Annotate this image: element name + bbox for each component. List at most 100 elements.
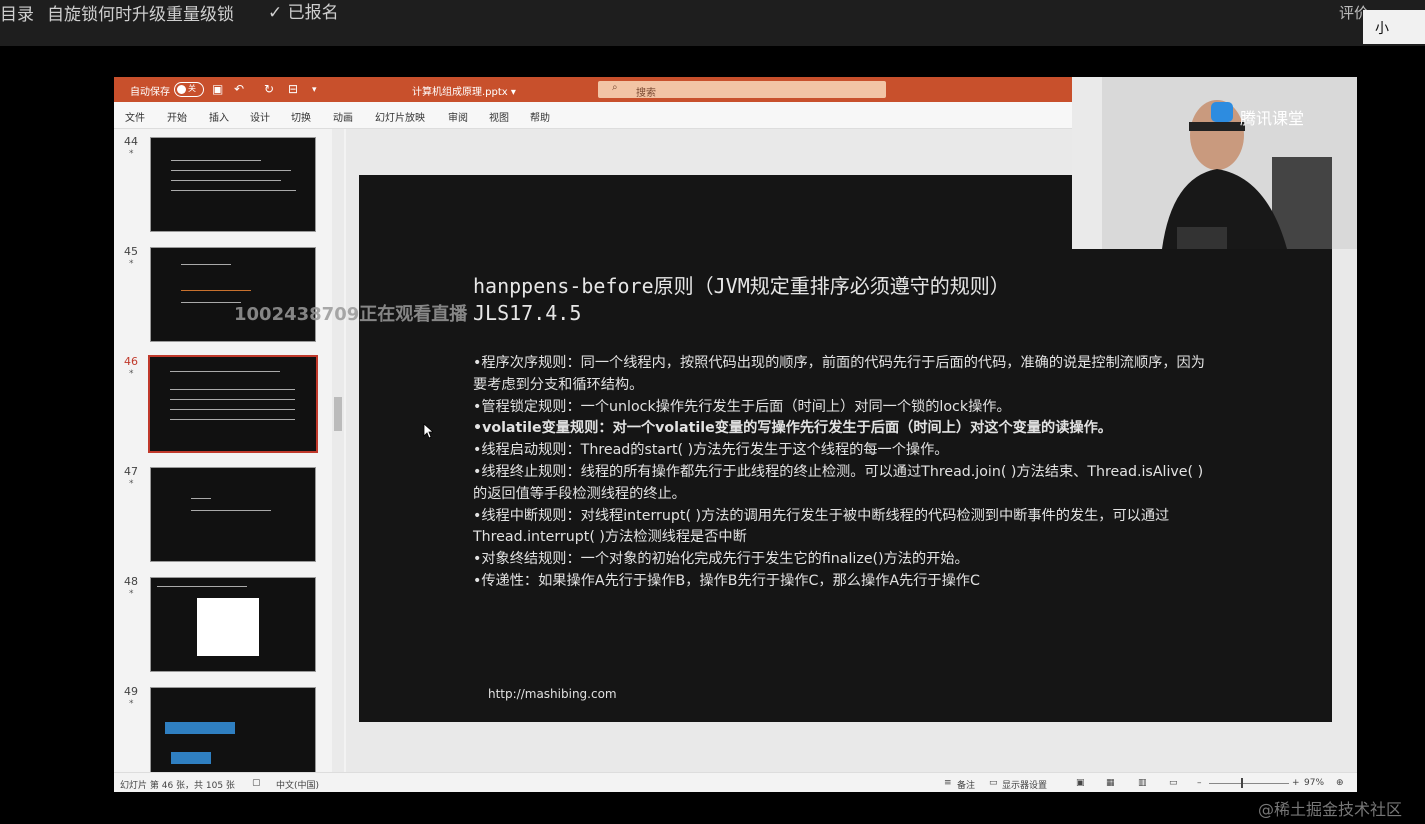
zoom-level[interactable]: 97% [1304, 778, 1324, 788]
customize-icon[interactable]: ▾ [312, 85, 317, 95]
language-label[interactable]: 中文(中国) [276, 778, 319, 791]
thumb-star-icon: * [129, 589, 134, 599]
autosave-state: 关 [188, 84, 196, 93]
save-icon[interactable]: ▣ [212, 82, 223, 96]
zoom-slider[interactable] [1209, 783, 1289, 784]
slide-title: hanppens-before原则（JVM规定重排序必须遵守的规则） JLS17… [473, 273, 1010, 327]
course-title: 自旋锁何时升级重量级锁 [47, 5, 234, 25]
thumbnail-scrollbar[interactable] [332, 129, 344, 772]
display-settings-button[interactable]: 显示器设置 [1002, 778, 1047, 791]
thumb-number: 45 [124, 245, 138, 258]
slide-counter: 幻灯片 第 46 张，共 105 张 [120, 781, 235, 791]
thumb-number: 48 [124, 575, 138, 588]
fit-slide-icon[interactable]: ⊕ [1336, 778, 1344, 788]
rule-item: •线程中断规则：对线程interrupt( )方法的调用先行发生于被中断线程的代… [473, 507, 1170, 546]
slide-rules-list: •程序次序规则：同一个线程内，按照代码出现的顺序，前面的代码先行于后面的代码，准… [473, 353, 1213, 593]
toggle-knob [177, 85, 186, 94]
notes-icon[interactable]: ≡ [944, 778, 952, 788]
autosave-toggle[interactable]: 关 [174, 82, 204, 97]
mini-window-button[interactable]: 小 [1363, 10, 1425, 44]
sorter-view-icon[interactable]: ▦ [1106, 778, 1115, 788]
tab-file[interactable]: 文件 [125, 109, 145, 124]
tab-design[interactable]: 设计 [250, 109, 270, 124]
site-watermark: @稀土掘金技术社区 [1258, 800, 1403, 819]
thumb-text-line [157, 586, 247, 587]
catalog-link[interactable]: 目录 [0, 0, 34, 25]
tab-review[interactable]: 审阅 [448, 109, 468, 124]
autosave-label: 自动保存 [130, 87, 170, 98]
present-icon[interactable]: ⊟ [288, 82, 298, 96]
tab-slideshow[interactable]: 幻灯片放映 [375, 109, 425, 124]
reading-view-icon[interactable]: ▥ [1138, 778, 1147, 788]
spellcheck-icon[interactable]: ▢ [252, 778, 261, 788]
brand-watermark: 腾讯课堂 [1240, 109, 1305, 128]
slide-thumbnail-pane: 44 * 45 * 46 * 47 * 48 * 49 * [114, 129, 346, 782]
thumb-text-line [171, 170, 291, 171]
mini-window-label: 小 [1375, 21, 1389, 37]
tab-transitions[interactable]: 切换 [291, 109, 311, 124]
course-topbar: 目录 自旋锁何时升级重量级锁 ✓ 已报名 评价 小 [0, 0, 1425, 46]
undo-icon[interactable]: ↶ [234, 82, 244, 96]
tab-home[interactable]: 开始 [167, 109, 187, 124]
rule-item: •程序次序规则：同一个线程内，按照代码出现的顺序，前面的代码先行于后面的代码，准… [473, 355, 1205, 393]
mouse-cursor-icon [423, 423, 433, 439]
thumb-text-line [171, 160, 261, 161]
slide-thumbnail-45[interactable] [150, 247, 316, 342]
current-slide[interactable]: hanppens-before原则（JVM规定重排序必须遵守的规则） JLS17… [359, 175, 1332, 722]
slide-thumbnail-49[interactable] [150, 687, 316, 782]
brand-logo-icon [1211, 102, 1233, 122]
rule-item: •线程终止规则：线程的所有操作都先行于此线程的终止检测。可以通过Thread.j… [473, 463, 1204, 502]
search-icon: ⌕ [612, 82, 618, 93]
thumb-text-line [181, 264, 231, 265]
thumb-number: 49 [124, 685, 138, 698]
thumb-text-line [191, 498, 211, 499]
slide-title-line1: hanppens-before原则（JVM规定重排序必须遵守的规则） [473, 274, 1010, 298]
scrollbar-thumb[interactable] [334, 397, 342, 431]
thumb-text-line [181, 302, 241, 303]
thumb-text-line [171, 180, 281, 181]
rule-item: •传递性：如果操作A先行于操作B，操作B先行于操作C，那么操作A先行于操作C [473, 572, 980, 589]
thumb-star-icon: * [129, 149, 134, 159]
normal-view-icon[interactable]: ▣ [1076, 778, 1085, 788]
viewer-watermark: 1002438709正在观看直播 [234, 304, 468, 325]
zoom-out-icon[interactable]: – [1197, 778, 1202, 788]
tab-insert[interactable]: 插入 [209, 109, 229, 124]
file-name[interactable]: 计算机组成原理.pptx ▾ [412, 83, 516, 98]
thumb-star-icon: * [129, 259, 134, 269]
thumb-star-icon: * [129, 369, 134, 379]
search-placeholder: 搜索 [636, 88, 656, 99]
thumb-text-line [170, 419, 295, 420]
thumb-number: 47 [124, 465, 138, 478]
slide-thumbnail-46-selected[interactable] [148, 355, 318, 453]
thumb-text-line [170, 389, 295, 390]
thumb-star-icon: * [129, 479, 134, 489]
redo-icon[interactable]: ↻ [264, 82, 274, 96]
search-box[interactable]: ⌕ 搜索 [598, 81, 886, 99]
zoom-in-icon[interactable]: + [1292, 778, 1300, 788]
thumb-text-line [191, 510, 271, 511]
notes-button[interactable]: 备注 [957, 778, 975, 791]
zoom-slider-thumb[interactable] [1241, 778, 1243, 788]
thumb-number: 44 [124, 135, 138, 148]
tab-animations[interactable]: 动画 [333, 109, 353, 124]
tab-help[interactable]: 帮助 [530, 109, 550, 124]
enrolled-status: ✓ 已报名 [268, 3, 339, 23]
thumb-text-line [181, 290, 251, 291]
thumb-diagram [197, 598, 259, 656]
thumb-diagram [171, 752, 211, 764]
slide-thumbnail-48[interactable] [150, 577, 316, 672]
slide-thumbnail-44[interactable] [150, 137, 316, 232]
slide-title-line2: JLS17.4.5 [473, 301, 582, 325]
tab-view[interactable]: 视图 [489, 109, 509, 124]
status-bar: 幻灯片 第 46 张，共 105 张 ▢ 中文(中国) ≡ 备注 ▭ 显示器设置… [114, 772, 1357, 792]
slideshow-view-icon[interactable]: ▭ [1169, 778, 1178, 788]
rule-item: •对象终结规则：一个对象的初始化完成先行于发生它的finalize()方法的开始… [473, 551, 969, 568]
slide-thumbnail-47[interactable] [150, 467, 316, 562]
webcam-overlay: 腾讯课堂 [1072, 77, 1357, 249]
display-settings-icon[interactable]: ▭ [989, 778, 998, 788]
thumb-diagram [165, 722, 235, 734]
thumb-star-icon: * [129, 699, 134, 709]
rule-item: •管程锁定规则：一个unlock操作先行发生于后面（时间上）对同一个锁的lock… [473, 398, 1011, 415]
thumb-text-line [170, 399, 295, 400]
slide-url: http://mashibing.com [488, 687, 617, 701]
